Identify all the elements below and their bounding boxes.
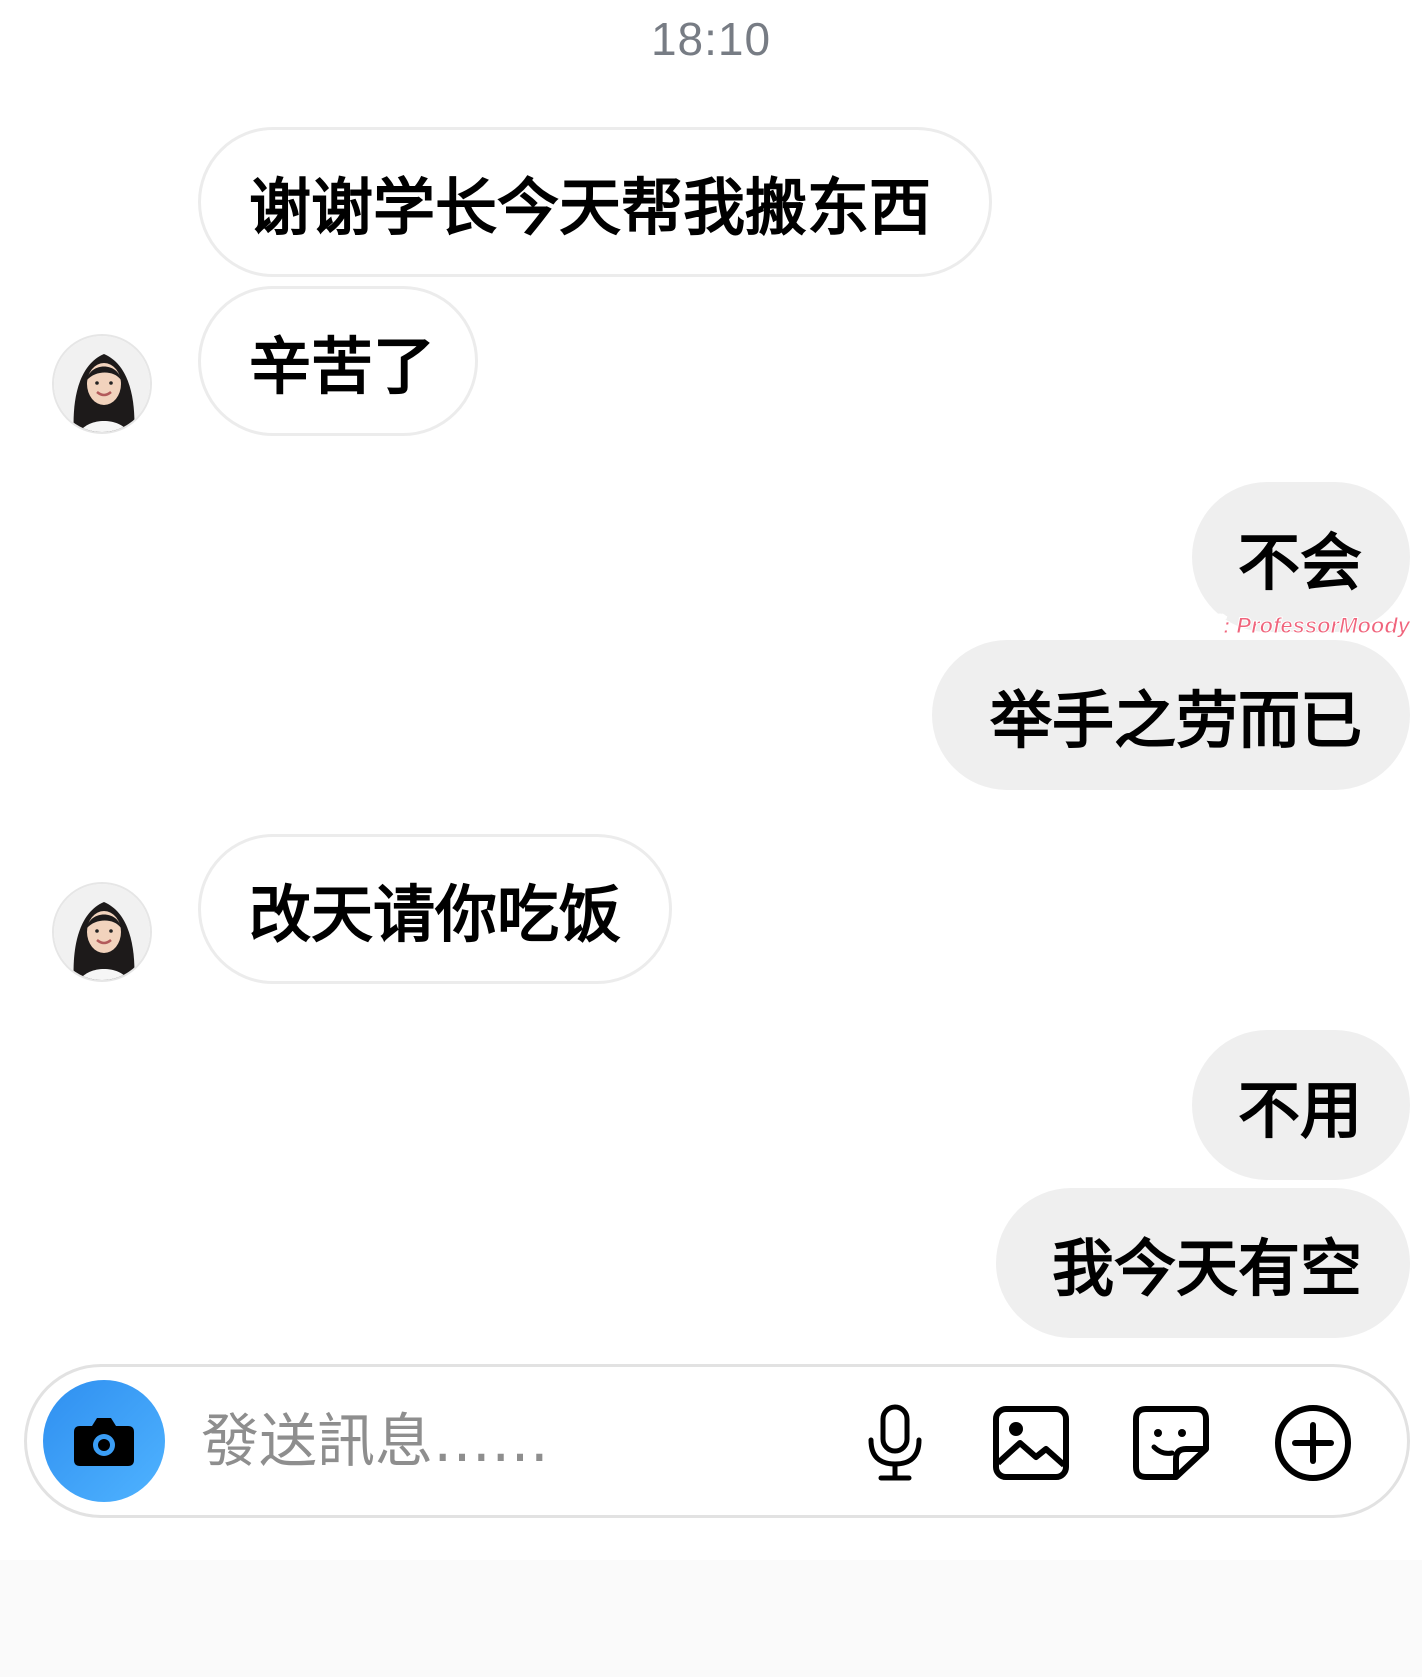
avatar-photo [54, 336, 150, 432]
incoming-message-bubble[interactable]: 辛苦了 [198, 286, 478, 436]
sticker-icon [1133, 1406, 1209, 1480]
message-text: 辛苦了 [249, 330, 436, 403]
watermark: 微博: ProfessorMoody [1178, 613, 1410, 639]
avatar[interactable] [52, 334, 152, 434]
incoming-message-bubble[interactable]: 谢谢学长今天帮我搬东西 [198, 127, 992, 277]
message-text: 改天请你吃饭 [249, 878, 622, 951]
message-text: 我今天有空 [1051, 1232, 1362, 1305]
message-text: 举手之劳而已 [989, 684, 1362, 757]
message-text: 不会 [1237, 526, 1362, 599]
gallery-button[interactable] [989, 1401, 1073, 1485]
incoming-message-bubble[interactable]: 改天请你吃饭 [198, 834, 672, 984]
more-button[interactable] [1271, 1401, 1355, 1485]
outgoing-message-bubble[interactable]: 举手之劳而已 [932, 640, 1410, 790]
microphone-button[interactable] [853, 1401, 937, 1485]
message-timestamp: 18:10 [650, 13, 772, 65]
microphone-icon [868, 1404, 922, 1481]
camera-icon [74, 1418, 134, 1466]
plus-circle-icon [1275, 1405, 1351, 1481]
image-icon [993, 1406, 1069, 1480]
message-text: 谢谢学长今天帮我搬东西 [249, 171, 932, 244]
avatar[interactable] [52, 882, 152, 982]
message-input[interactable] [201, 1401, 761, 1481]
camera-button[interactable] [43, 1380, 165, 1502]
message-text: 不用 [1237, 1074, 1362, 1147]
bottom-safe-area [0, 1560, 1422, 1677]
message-composer [24, 1364, 1410, 1518]
outgoing-message-bubble[interactable]: 不用 [1192, 1030, 1410, 1180]
avatar-photo [54, 884, 150, 980]
outgoing-message-bubble[interactable]: 我今天有空 [996, 1188, 1410, 1338]
sticker-button[interactable] [1129, 1401, 1213, 1485]
